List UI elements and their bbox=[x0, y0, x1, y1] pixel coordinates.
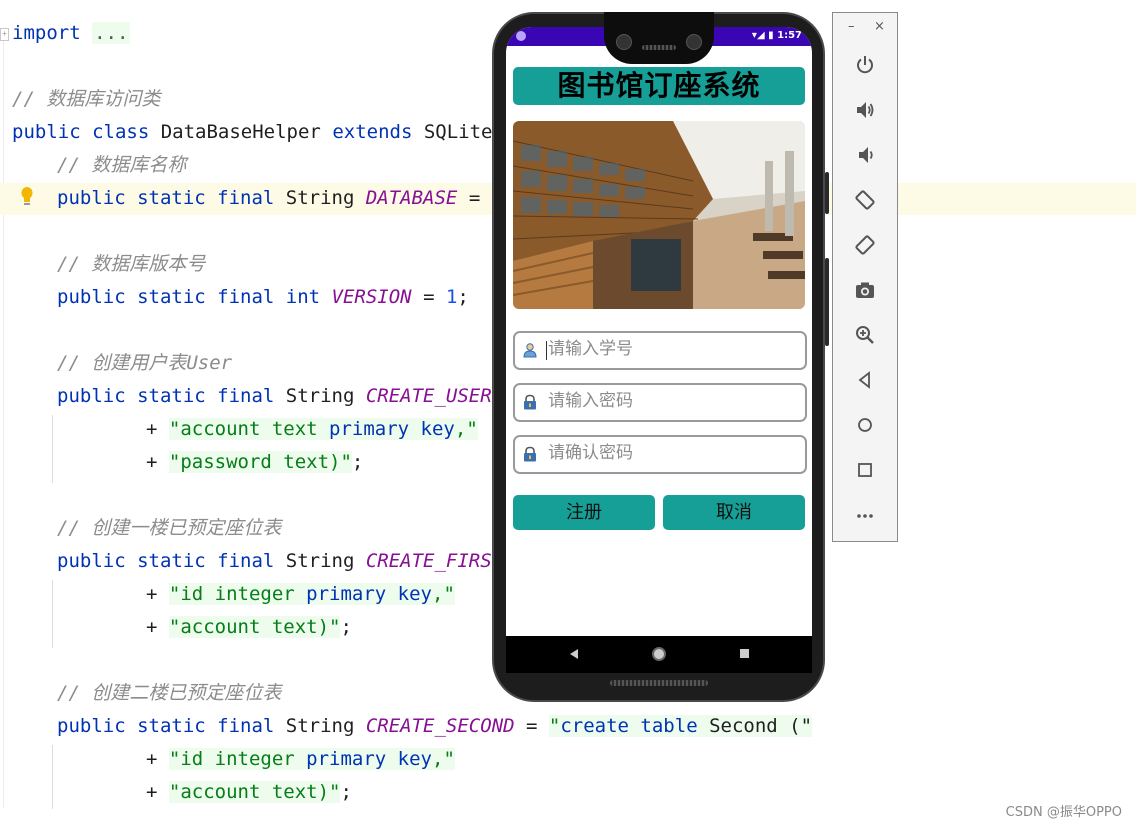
watermark: CSDN @振华OPPO bbox=[1005, 805, 1122, 820]
code-line[interactable]: + "id integer primary key," bbox=[146, 744, 455, 774]
gutter-line bbox=[3, 28, 4, 808]
code-line[interactable]: public static final String CREATE_SECOND… bbox=[57, 711, 813, 741]
front-camera-icon bbox=[616, 34, 632, 50]
code-line[interactable]: + "password text)"; bbox=[146, 447, 363, 477]
code-line[interactable]: import ... bbox=[12, 18, 131, 48]
register-button[interactable]: 注册 bbox=[513, 495, 655, 530]
battery-icon: ▮ bbox=[768, 30, 774, 41]
code-comment: // 创建一楼已预定座位表 bbox=[57, 517, 282, 539]
status-time: 1:57 bbox=[777, 30, 802, 41]
front-camera-icon bbox=[686, 34, 702, 50]
confirm-password-field[interactable]: 请确认密码 bbox=[513, 435, 807, 474]
phone-volume-rocker[interactable] bbox=[825, 258, 829, 346]
indent-guide bbox=[52, 580, 53, 648]
bottom-speaker bbox=[610, 680, 708, 686]
phone-screen: ▾◢ ▮ 1:57 图书馆订座系统 请输入学号 请输入密码 请确认密码 注册 取… bbox=[506, 27, 812, 673]
code-line[interactable]: public static final int VERSION = 1; bbox=[57, 282, 469, 312]
nav-home-icon[interactable] bbox=[652, 647, 666, 661]
code-line[interactable]: + "account text)"; bbox=[146, 612, 352, 642]
status-right: ▾◢ ▮ 1:57 bbox=[752, 30, 802, 41]
back-icon[interactable] bbox=[853, 368, 877, 392]
indent-guide bbox=[52, 745, 53, 809]
code-line[interactable]: + "account text primary key," bbox=[146, 414, 478, 444]
code-line[interactable]: + "account text)"; bbox=[146, 777, 352, 807]
rotate-left-icon[interactable] bbox=[853, 188, 877, 212]
rotate-right-icon[interactable] bbox=[853, 233, 877, 257]
fold-toggle[interactable]: + bbox=[0, 28, 9, 41]
text-cursor bbox=[546, 341, 547, 360]
app-title-bar: 图书馆订座系统 bbox=[513, 67, 805, 105]
volume-up-icon[interactable] bbox=[853, 98, 877, 122]
password-placeholder: 请输入密码 bbox=[548, 391, 633, 411]
notification-icon bbox=[516, 31, 526, 41]
app-title: 图书馆订座系统 bbox=[557, 69, 761, 102]
code-line[interactable]: public static final String CREATE_USER bbox=[57, 381, 492, 411]
code-line[interactable]: + "id integer primary key," bbox=[146, 579, 455, 609]
earpiece-speaker bbox=[642, 45, 676, 50]
android-nav-bar bbox=[506, 636, 812, 673]
lock-icon bbox=[524, 394, 536, 410]
library-photo bbox=[513, 121, 805, 309]
camera-notch bbox=[604, 12, 714, 64]
code-comment: // 数据库访问类 bbox=[12, 88, 161, 110]
password-field[interactable]: 请输入密码 bbox=[513, 383, 807, 422]
indent-guide bbox=[52, 415, 53, 483]
zoom-icon[interactable] bbox=[853, 323, 877, 347]
student-id-placeholder: 请输入学号 bbox=[548, 339, 633, 359]
code-comment: // 数据库版本号 bbox=[57, 253, 206, 275]
confirm-password-placeholder: 请确认密码 bbox=[548, 443, 633, 463]
code-line[interactable]: public class DataBaseHelper extends SQLi… bbox=[12, 117, 504, 147]
volume-down-icon[interactable] bbox=[853, 143, 877, 167]
overview-icon[interactable] bbox=[853, 458, 877, 482]
power-icon[interactable] bbox=[853, 53, 877, 77]
emulator-toolbar: – × bbox=[832, 12, 898, 542]
code-comment: // 创建二楼已预定座位表 bbox=[57, 682, 282, 704]
home-icon[interactable] bbox=[853, 413, 877, 437]
phone-frame: ▾◢ ▮ 1:57 图书馆订座系统 请输入学号 请输入密码 请确认密码 注册 取… bbox=[492, 12, 825, 702]
code-comment: // 数据库名称 bbox=[57, 154, 187, 176]
lightbulb-icon[interactable] bbox=[20, 186, 34, 208]
user-icon bbox=[523, 343, 537, 358]
nav-back-icon[interactable] bbox=[570, 649, 578, 659]
phone-power-button[interactable] bbox=[825, 172, 829, 214]
close-button[interactable]: × bbox=[874, 19, 885, 34]
code-comment: // 创建用户表User bbox=[57, 352, 233, 374]
more-icon[interactable] bbox=[853, 503, 877, 527]
cancel-button[interactable]: 取消 bbox=[663, 495, 805, 530]
lock-icon bbox=[524, 446, 536, 462]
signal-icon: ◢ bbox=[756, 30, 765, 41]
code-line[interactable]: public static final String CREATE_FIRST bbox=[57, 546, 503, 576]
student-id-field[interactable]: 请输入学号 bbox=[513, 331, 807, 370]
nav-recents-icon[interactable] bbox=[740, 649, 749, 658]
code-line[interactable]: public static final String DATABASE = " bbox=[57, 183, 503, 213]
minimize-button[interactable]: – bbox=[848, 19, 855, 34]
camera-icon[interactable] bbox=[853, 278, 877, 302]
